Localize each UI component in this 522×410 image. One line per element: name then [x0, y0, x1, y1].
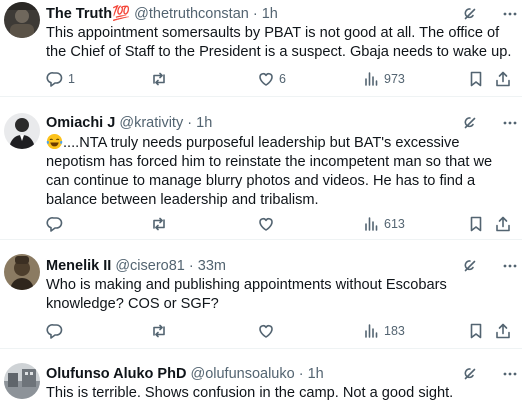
tears-of-joy-emoji-icon — [46, 133, 63, 150]
view-count: 973 — [384, 72, 405, 86]
grok-icon[interactable] — [462, 258, 478, 274]
separator-dot: · — [188, 258, 194, 274]
like-icon — [259, 218, 273, 231]
display-name[interactable]: Olufunso Aluko PhD — [46, 366, 186, 382]
grok-icon[interactable] — [462, 115, 478, 131]
avatar[interactable] — [4, 113, 40, 149]
bookmark-button[interactable] — [467, 215, 485, 233]
share-button[interactable] — [494, 215, 512, 233]
more-icon[interactable] — [502, 115, 518, 131]
reply-button[interactable] — [46, 215, 68, 233]
views-icon — [365, 324, 378, 338]
separator-dot: · — [298, 366, 304, 382]
like-icon — [259, 325, 273, 338]
avatar[interactable] — [4, 2, 40, 38]
share-button[interactable] — [494, 70, 512, 88]
bookmark-icon — [470, 216, 482, 232]
more-icon[interactable] — [502, 6, 518, 22]
user-handle[interactable]: @thetruthconstan — [134, 6, 249, 22]
reply-icon — [46, 324, 63, 339]
view-count: 183 — [384, 324, 405, 338]
avatar[interactable] — [4, 254, 40, 290]
post-header: Omiachi J @krativity · 1h — [46, 114, 462, 132]
action-bar: 1 6 973 — [46, 70, 514, 88]
share-icon — [496, 71, 510, 87]
reply-button[interactable]: 1 — [46, 70, 75, 88]
post-text: ....NTA truly needs purposeful leadershi… — [46, 135, 493, 208]
views-icon — [365, 217, 378, 231]
post-text: This appointment somersaults by PBAT is … — [46, 25, 512, 60]
separator-dot: · — [252, 6, 258, 22]
header-actions — [462, 114, 518, 132]
post[interactable]: The Truth💯 @thetruthconstan · 1h This ap… — [0, 0, 522, 97]
header-actions — [462, 365, 518, 383]
post[interactable]: Omiachi J @krativity · 1h ....NTA truly … — [0, 97, 522, 240]
header-actions — [462, 257, 518, 275]
share-button[interactable] — [494, 322, 512, 340]
action-bar: 183 — [46, 322, 514, 340]
views-button[interactable]: 613 — [362, 215, 405, 233]
repost-icon — [153, 72, 165, 86]
separator-dot: · — [187, 115, 193, 131]
header-actions — [462, 5, 518, 23]
view-count: 613 — [384, 217, 405, 231]
display-name[interactable]: Menelik II — [46, 258, 111, 274]
repost-button[interactable] — [150, 70, 172, 88]
user-handle[interactable]: @cisero81 — [115, 258, 185, 274]
reply-icon — [46, 217, 63, 232]
post-header: Olufunso Aluko PhD @olufunsoaluko · 1h — [46, 365, 462, 383]
like-button[interactable] — [257, 215, 279, 233]
repost-icon — [153, 324, 165, 338]
repost-icon — [153, 217, 165, 231]
post-header: Menelik II @cisero81 · 33m — [46, 257, 462, 275]
like-count: 6 — [279, 72, 286, 86]
bookmark-button[interactable] — [467, 322, 485, 340]
like-button[interactable]: 6 — [257, 70, 286, 88]
reply-button[interactable] — [46, 322, 68, 340]
post-text-block: ....NTA truly needs purposeful leadershi… — [46, 133, 518, 210]
repost-button[interactable] — [150, 215, 172, 233]
reply-feed: The Truth💯 @thetruthconstan · 1h This ap… — [0, 0, 522, 410]
like-button[interactable] — [257, 322, 279, 340]
user-handle[interactable]: @olufunsoaluko — [190, 366, 294, 382]
reply-count: 1 — [68, 72, 75, 86]
timestamp[interactable]: 1h — [308, 366, 324, 382]
more-icon[interactable] — [502, 258, 518, 274]
repost-button[interactable] — [150, 322, 172, 340]
share-icon — [496, 323, 510, 339]
views-icon — [365, 72, 378, 86]
post-text: This is terrible. Shows confusion in the… — [46, 385, 454, 401]
post[interactable]: Olufunso Aluko PhD @olufunsoaluko · 1h T… — [0, 349, 522, 410]
action-bar: 613 — [46, 215, 514, 233]
display-name[interactable]: The Truth💯 — [46, 6, 130, 22]
reply-icon — [46, 72, 63, 87]
bookmark-icon — [470, 71, 482, 87]
like-icon — [259, 73, 273, 86]
views-button[interactable]: 973 — [362, 70, 405, 88]
bookmark-button[interactable] — [467, 70, 485, 88]
share-icon — [496, 216, 510, 232]
post[interactable]: Menelik II @cisero81 · 33m Who is making… — [0, 240, 522, 349]
bookmark-icon — [470, 323, 482, 339]
user-handle[interactable]: @krativity — [119, 115, 183, 131]
display-name[interactable]: Omiachi J — [46, 115, 115, 131]
more-icon[interactable] — [502, 366, 518, 382]
grok-icon[interactable] — [462, 366, 478, 382]
timestamp[interactable]: 33m — [198, 258, 226, 274]
avatar[interactable] — [4, 363, 40, 399]
views-button[interactable]: 183 — [362, 322, 405, 340]
timestamp[interactable]: 1h — [196, 115, 212, 131]
grok-icon[interactable] — [462, 6, 478, 22]
post-header: The Truth💯 @thetruthconstan · 1h — [46, 5, 462, 23]
timestamp[interactable]: 1h — [262, 6, 278, 22]
post-text: Who is making and publishing appointment… — [46, 277, 447, 312]
